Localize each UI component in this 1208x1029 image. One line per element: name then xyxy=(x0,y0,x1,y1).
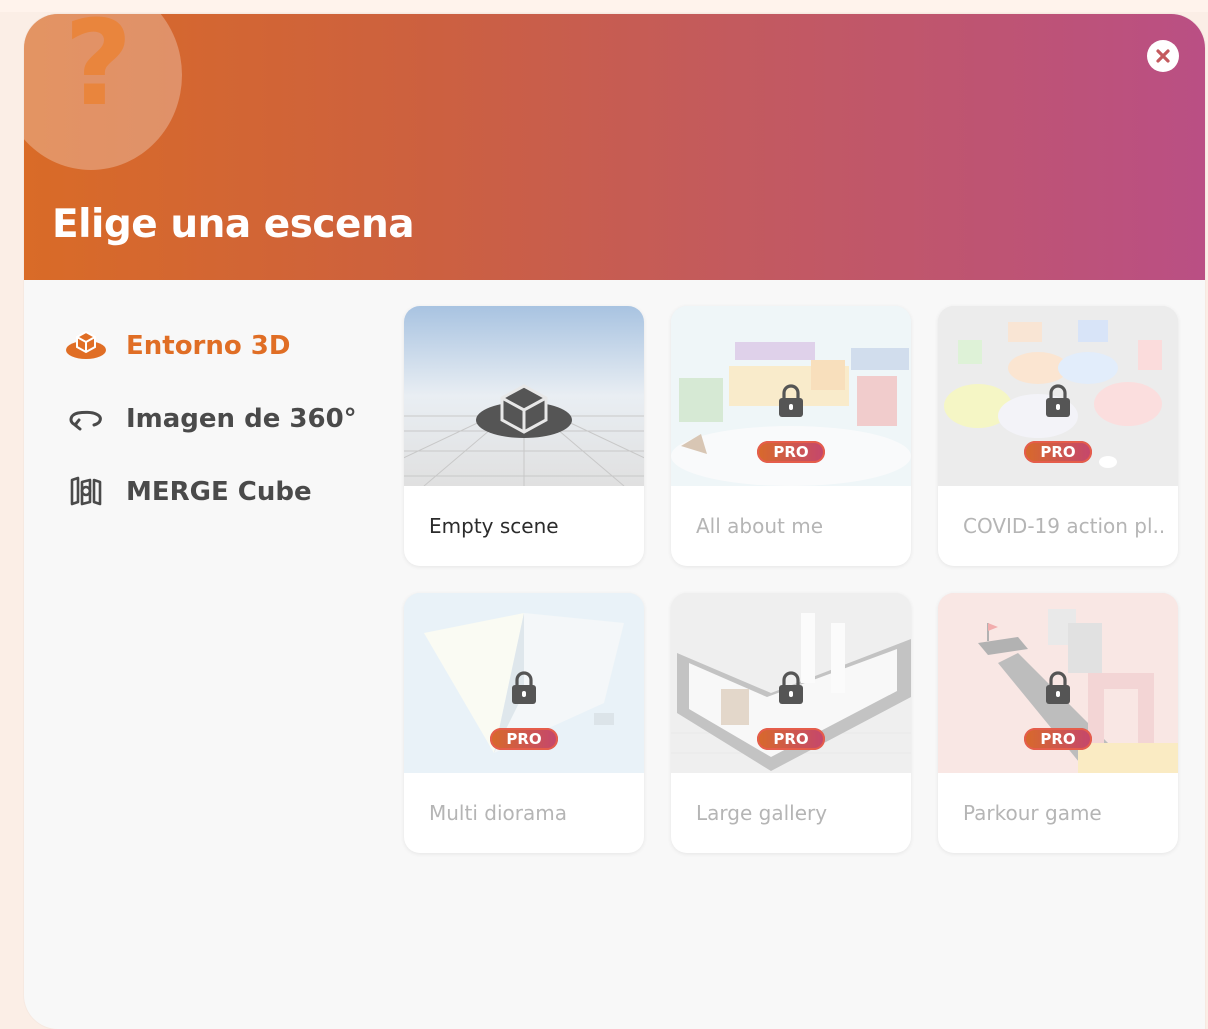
dialog-title: Elige una escena xyxy=(52,202,415,247)
menu-item-label: Entorno 3D xyxy=(126,331,291,361)
scene-name: COVID-19 action pl... xyxy=(963,514,1163,538)
page-backdrop xyxy=(0,0,1208,12)
help-glyph: ? xyxy=(64,14,133,132)
menu-item-label: Imagen de 360° xyxy=(126,404,357,434)
scene-name: Multi diorama xyxy=(429,801,567,825)
menu-item-3d-environment[interactable]: Entorno 3D xyxy=(62,324,392,368)
close-icon xyxy=(1156,49,1170,63)
360-rotate-icon xyxy=(62,403,110,435)
menu-item-label: MERGE Cube xyxy=(126,477,312,507)
menu-item-360-image[interactable]: Imagen de 360° xyxy=(62,397,392,441)
scene-name: Empty scene xyxy=(429,514,559,538)
scene-card-large-gallery[interactable]: PRO Large gallery xyxy=(671,593,911,853)
pro-badge: PRO xyxy=(1024,728,1092,750)
help-icon: ? xyxy=(24,14,182,170)
pro-badge: PRO xyxy=(757,441,825,463)
3d-environment-icon xyxy=(62,330,110,362)
scene-name: Large gallery xyxy=(696,801,828,825)
scene-card-multi-diorama[interactable]: PRO Multi diorama xyxy=(404,593,644,853)
menu-item-merge-cube[interactable]: MERGE Cube xyxy=(62,470,392,514)
scene-thumbnail xyxy=(404,306,644,486)
scene-card-empty-scene[interactable]: Empty scene xyxy=(404,306,644,566)
scene-picker-dialog: ? Elige una escena Entorno 3D Imagen de … xyxy=(24,14,1205,1029)
scene-name: All about me xyxy=(696,514,824,538)
lock-icon xyxy=(779,384,803,417)
close-button[interactable] xyxy=(1147,40,1179,72)
scene-type-menu: Entorno 3D Imagen de 360° MERGE Cube xyxy=(62,324,392,543)
lock-icon xyxy=(1046,671,1070,704)
lock-icon xyxy=(1046,384,1070,417)
merge-cube-icon xyxy=(62,476,110,508)
pro-badge: PRO xyxy=(490,728,558,750)
lock-icon xyxy=(779,671,803,704)
dialog-header: ? Elige una escena xyxy=(24,14,1205,280)
pro-badge: PRO xyxy=(1024,441,1092,463)
scene-card-covid-19-action-plan[interactable]: PRO COVID-19 action pl... xyxy=(938,306,1178,566)
lock-icon xyxy=(512,671,536,704)
scene-card-all-about-me[interactable]: PRO All about me xyxy=(671,306,911,566)
pro-badge: PRO xyxy=(757,728,825,750)
scene-card-parkour-game[interactable]: PRO Parkour game xyxy=(938,593,1178,853)
scene-name: Parkour game xyxy=(963,801,1102,825)
